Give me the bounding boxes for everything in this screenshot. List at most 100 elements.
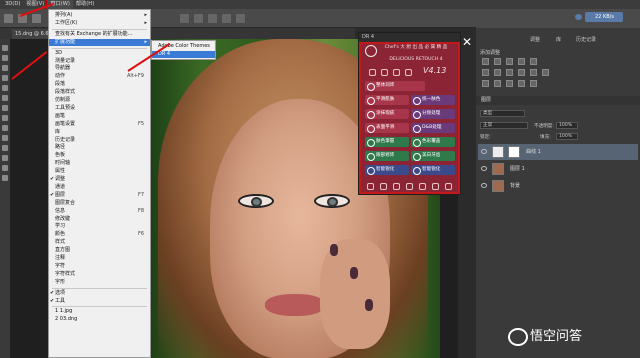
- menu-item[interactable]: ✔DR 4: [152, 50, 215, 59]
- menu-item[interactable]: 动作 Alt+F9: [49, 73, 150, 80]
- align-right-icon[interactable]: [208, 14, 217, 23]
- menu-item[interactable]: 画笔设置 F5: [49, 121, 150, 128]
- adjustment-icon[interactable]: [506, 69, 513, 76]
- crop-tool-icon[interactable]: [2, 85, 8, 91]
- type-tool-icon[interactable]: [2, 165, 8, 171]
- adjustment-icon[interactable]: [482, 69, 489, 76]
- menu-item[interactable]: 历史记录: [49, 137, 150, 144]
- menu-item[interactable]: 直方图: [49, 247, 150, 254]
- menu-item[interactable]: 3D: [49, 50, 150, 57]
- dr4-action-button[interactable]: 智能锐化: [411, 165, 455, 175]
- close-icon[interactable]: ✕: [461, 36, 473, 48]
- dr4-action-button[interactable]: 平滑肌肤: [365, 95, 409, 105]
- opacity-field[interactable]: 100%: [556, 122, 578, 129]
- layer-row[interactable]: 曲线 1: [478, 144, 638, 160]
- adjustment-icon[interactable]: [506, 58, 513, 65]
- eyedropper-tool-icon[interactable]: [2, 95, 8, 101]
- dr4-action-button[interactable]: 统一肤色: [411, 95, 455, 105]
- dr4-tool-icon[interactable]: [445, 183, 452, 190]
- menu-item[interactable]: 信息 F8: [49, 208, 150, 215]
- dr4-tool-icon[interactable]: [367, 183, 374, 190]
- align-center-icon[interactable]: [194, 14, 203, 23]
- adjustment-icon[interactable]: [518, 69, 525, 76]
- cloud-sync-badge[interactable]: 22 KB/s: [585, 12, 623, 22]
- dr4-action-button[interactable]: 色彩覆盖: [411, 137, 455, 147]
- hand-tool-icon[interactable]: [2, 175, 8, 181]
- menu-help[interactable]: 帮助(H): [73, 0, 97, 9]
- menu-item[interactable]: 仿制源: [49, 97, 150, 104]
- menu-item[interactable]: 画笔: [49, 113, 150, 120]
- menu-item[interactable]: 查找有关 Exchange 的扩展功能...: [49, 31, 150, 38]
- adjustment-icon[interactable]: [494, 80, 501, 87]
- menu-item[interactable]: ✔ 选项: [49, 290, 150, 297]
- eyedropper-icon[interactable]: [393, 69, 400, 76]
- pen-tool-icon[interactable]: [2, 155, 8, 161]
- adjustment-icon[interactable]: [482, 80, 489, 87]
- menu-item[interactable]: 段落样式: [49, 89, 150, 96]
- dr4-action-button[interactable]: 整体润饰: [365, 81, 425, 91]
- tab-libraries[interactable]: 库: [556, 36, 561, 43]
- visibility-eye-icon[interactable]: [481, 166, 487, 171]
- adjustment-icon[interactable]: [494, 69, 501, 76]
- star-icon[interactable]: [405, 69, 412, 76]
- pen-icon[interactable]: [381, 69, 388, 76]
- menu-item[interactable]: 测量记录: [49, 58, 150, 65]
- tool-preset-icon[interactable]: [4, 14, 13, 23]
- menu-item[interactable]: 字符样式: [49, 271, 150, 278]
- menu-item[interactable]: ✔ 图层 F7: [49, 192, 150, 199]
- menu-item[interactable]: ✔ 调整: [49, 176, 150, 183]
- menu-item[interactable]: 字符: [49, 263, 150, 270]
- dr4-action-button[interactable]: 分频处理: [411, 109, 455, 119]
- menu-item[interactable]: 1 1.jpg: [49, 308, 150, 315]
- adjustment-icon[interactable]: [530, 58, 537, 65]
- menu-item[interactable]: 修改键: [49, 216, 150, 223]
- dr4-action-button[interactable]: 眼部修饰: [365, 151, 409, 161]
- option-icon[interactable]: [32, 14, 41, 23]
- eraser-tool-icon[interactable]: [2, 135, 8, 141]
- menu-item[interactable]: 库: [49, 129, 150, 136]
- menu-item[interactable]: 2 03.dng: [49, 316, 150, 323]
- menu-item[interactable]: 属性: [49, 168, 150, 175]
- layer-kind-filter[interactable]: 类型: [480, 110, 525, 117]
- move-tool-icon[interactable]: [2, 45, 8, 51]
- dr4-tool-icon[interactable]: [380, 183, 387, 190]
- menu-item[interactable]: 图层复合: [49, 200, 150, 207]
- dr4-tool-icon[interactable]: [406, 183, 413, 190]
- blend-mode-select[interactable]: 正常: [480, 122, 528, 129]
- stamp-tool-icon[interactable]: [2, 125, 8, 131]
- visibility-eye-icon[interactable]: [481, 183, 487, 188]
- adjustment-icon[interactable]: [530, 80, 537, 87]
- dr4-action-button[interactable]: 肤色掌握: [365, 137, 409, 147]
- brush-tool-icon[interactable]: [2, 115, 8, 121]
- menu-item[interactable]: 学习: [49, 223, 150, 230]
- dr4-action-button[interactable]: 智能锐化: [365, 165, 409, 175]
- adjustment-icon[interactable]: [494, 58, 501, 65]
- tab-history[interactable]: 历史记录: [576, 36, 596, 43]
- adjustment-icon[interactable]: [542, 69, 549, 76]
- menu-item[interactable]: 工具预设: [49, 105, 150, 112]
- dr4-tool-icon[interactable]: [419, 183, 426, 190]
- dr4-tool-icon[interactable]: [393, 183, 400, 190]
- menu-item[interactable]: 排列(A): [49, 12, 150, 20]
- healing-tool-icon[interactable]: [2, 105, 8, 111]
- menu-item[interactable]: 段落: [49, 81, 150, 88]
- menu-item[interactable]: 色板: [49, 152, 150, 159]
- quick-select-tool-icon[interactable]: [2, 75, 8, 81]
- menu-item[interactable]: 工作区(K): [49, 20, 150, 28]
- dr4-action-button[interactable]: D&B处理: [411, 123, 455, 133]
- fill-field[interactable]: 100%: [556, 133, 578, 140]
- align-left-icon[interactable]: [180, 14, 189, 23]
- menu-item[interactable]: 通道: [49, 184, 150, 191]
- menu-item[interactable]: ✔ 工具: [49, 298, 150, 305]
- adjustment-icon[interactable]: [518, 58, 525, 65]
- adjustment-icon[interactable]: [530, 69, 537, 76]
- dr4-action-button[interactable]: 涂抹瑕疵: [365, 109, 409, 119]
- adjustment-icon[interactable]: [482, 58, 489, 65]
- dr4-action-button[interactable]: 表面平滑: [365, 123, 409, 133]
- layer-row[interactable]: 背景: [478, 178, 638, 194]
- menu-item[interactable]: 路径: [49, 144, 150, 151]
- brush-icon[interactable]: [369, 69, 376, 76]
- dr4-tool-icon[interactable]: [432, 183, 439, 190]
- menu-item[interactable]: 扩展功能: [49, 38, 150, 46]
- gradient-tool-icon[interactable]: [2, 145, 8, 151]
